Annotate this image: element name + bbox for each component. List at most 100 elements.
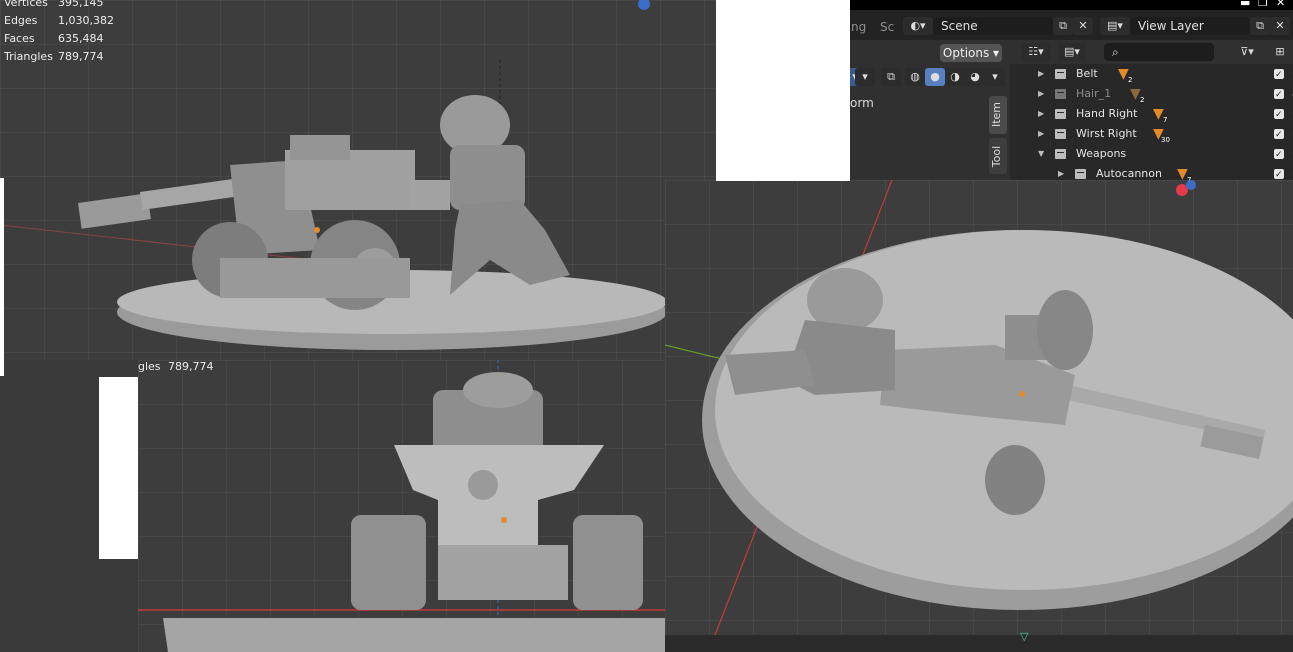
stat-label: Triangles <box>4 50 53 63</box>
window-controls: ▬ ❐ ✕ <box>1240 0 1293 10</box>
material-sphere-icon: ◑ <box>950 70 960 83</box>
chevron-down-icon[interactable]: ▾ <box>855 68 875 86</box>
tab-tool-label: Tool <box>990 145 1004 168</box>
wireframe-shading-button[interactable]: ◍ <box>905 68 925 86</box>
solid-shading-button[interactable]: ● <box>925 68 945 86</box>
shading-toolbar: ▾ ▾ ⧉ ◍ ● ◑ ◕ ▾ <box>845 68 1005 88</box>
tab-item-label: Item <box>990 101 1004 128</box>
perspective-view-render <box>665 180 1293 635</box>
outliner-item-name: Wirst Right <box>1076 127 1137 140</box>
stat-label: Faces <box>4 32 35 45</box>
scene-statistics-overlay: Vertices 395,145 Edges 1,030,382 Faces 635,… <box>4 0 114 66</box>
exclude-checkbox[interactable] <box>1274 125 1284 145</box>
display-mode-icon: ☷▾ <box>1028 45 1044 58</box>
new-view-layer-button[interactable]: ⧉ <box>1250 17 1270 35</box>
scene-icon: ◐▾ <box>910 19 926 32</box>
exclude-checkbox[interactable] <box>1274 165 1284 185</box>
view-layer-icon: ▤▾ <box>1107 19 1123 32</box>
redaction-block <box>0 178 4 376</box>
search-icon: ⌕ <box>1112 45 1119 59</box>
view-layer-name-field[interactable]: View Layer <box>1130 17 1250 35</box>
chevron-down-icon: ▾ <box>992 70 998 83</box>
outliner-item-name: Hair_1 <box>1076 87 1112 100</box>
duplicate-icon: ⧉ <box>1256 19 1264 32</box>
close-icon: ✕ <box>1078 19 1088 32</box>
xray-icon: ⧉ <box>887 70 895 83</box>
minimize-icon[interactable]: ▬ <box>1240 0 1250 9</box>
exclude-checkbox[interactable] <box>1274 145 1284 165</box>
scene-name-field[interactable]: Scene <box>933 17 1053 35</box>
status-strip <box>665 635 1293 652</box>
tab-tool[interactable]: Tool <box>989 138 1007 174</box>
solid-sphere-icon: ● <box>930 70 940 83</box>
outliner-item-name: Autocannon <box>1096 167 1162 180</box>
new-collection-button[interactable]: ⊞ <box>1270 43 1290 61</box>
outliner-item-name: Hand Right <box>1076 107 1138 120</box>
shading-options-dropdown[interactable]: ▾ <box>985 68 1005 86</box>
front-view-render <box>138 360 665 652</box>
exclude-checkbox[interactable] <box>1274 85 1284 105</box>
stat-label: Edges <box>4 14 38 27</box>
outliner-row[interactable]: ▶ Wirst Right ▼ 30 👁 <box>1010 124 1293 145</box>
expand-arrow-icon[interactable]: ▶ <box>1058 164 1064 184</box>
stat-value: 789,774 <box>58 50 104 63</box>
new-collection-icon: ⊞ <box>1275 45 1285 58</box>
outliner-row[interactable]: ▶ Autocannon ▼ 7 👁 <box>1010 164 1293 185</box>
collection-icon <box>1055 89 1066 99</box>
restore-icon[interactable]: ❐ <box>1258 0 1268 9</box>
options-dropdown[interactable]: Options ▾ <box>940 44 1002 62</box>
expand-arrow-icon[interactable]: ▶ <box>1038 64 1044 84</box>
view-layer-selector-button[interactable]: ▤▾ <box>1100 17 1130 35</box>
filter-dropdown[interactable]: ⊽▾ <box>1232 43 1262 61</box>
chevron-down-icon: ▾ <box>989 46 1000 60</box>
display-mode-dropdown[interactable]: ☷▾ <box>1022 43 1050 61</box>
material-shading-button[interactable]: ◑ <box>945 68 965 86</box>
delete-scene-button[interactable]: ✕ <box>1073 17 1093 35</box>
collapse-arrow-icon[interactable]: ▼ <box>1038 144 1044 164</box>
sidebar-panel-title: orm <box>850 96 874 110</box>
outliner-row[interactable]: ▶ Hair_1 ▼ 2 ◡ <box>1010 84 1293 105</box>
wireframe-sphere-icon: ◍ <box>910 70 920 83</box>
outliner-row[interactable]: ▶ Hand Right ▼ 7 👁 <box>1010 104 1293 125</box>
collection-icon <box>1075 169 1086 179</box>
outliner-row[interactable]: ▼ Weapons 👁 <box>1010 144 1293 165</box>
gizmo-y-dot[interactable] <box>1186 180 1196 190</box>
tab-item[interactable]: Item <box>989 96 1007 134</box>
collection-icon <box>1055 109 1066 119</box>
close-icon: ✕ <box>1275 19 1285 32</box>
workspace-tab[interactable]: Sc <box>880 20 894 34</box>
rendered-sphere-icon: ◕ <box>970 70 980 83</box>
redaction-block <box>716 0 850 181</box>
viewport-front[interactable]: gles 789,774 <box>138 360 665 652</box>
exclude-checkbox[interactable] <box>1274 65 1284 85</box>
scene-selector-button[interactable]: ◐▾ <box>903 17 933 35</box>
exclude-checkbox[interactable] <box>1274 105 1284 125</box>
outliner-search-input[interactable]: ⌕ <box>1104 43 1214 61</box>
xray-toggle-button[interactable]: ⧉ <box>881 68 901 86</box>
new-scene-button[interactable]: ⧉ <box>1053 17 1073 35</box>
title-strip <box>850 0 1293 10</box>
expand-arrow-icon[interactable]: ▶ <box>1038 84 1044 104</box>
filter-view-dropdown[interactable]: ▤▾ <box>1058 43 1086 61</box>
funnel-icon: ⊽▾ <box>1240 45 1254 58</box>
outliner-item-name: Belt <box>1076 67 1098 80</box>
empty-object-icon: ▽ <box>1020 630 1029 643</box>
front-stats-overlay: gles 789,774 <box>138 360 214 376</box>
outliner-row[interactable]: ▶ Belt ▼ 2 👁 <box>1010 64 1293 85</box>
rendered-shading-button[interactable]: ◕ <box>965 68 985 86</box>
collection-icon <box>1055 129 1066 139</box>
collection-icon <box>1055 69 1066 79</box>
viewport-perspective[interactable] <box>665 180 1293 635</box>
close-icon[interactable]: ✕ <box>1276 0 1285 9</box>
stat-value: 789,774 <box>168 360 214 373</box>
expand-arrow-icon[interactable]: ▶ <box>1038 104 1044 124</box>
outliner-panel: ☷▾ ▤▾ ⌕ ⊽▾ ⊞ ▶ Belt ▼ 2 👁 ▶ Hair_1 ▼ 2 ◡… <box>1010 40 1293 185</box>
expand-arrow-icon[interactable]: ▶ <box>1038 124 1044 144</box>
stat-label: gles <box>138 360 161 373</box>
workspace-tab[interactable]: ng <box>851 20 866 34</box>
collection-icon <box>1055 149 1066 159</box>
redaction-block <box>99 377 138 559</box>
stat-value: 395,145 <box>58 0 104 9</box>
delete-view-layer-button[interactable]: ✕ <box>1270 17 1290 35</box>
options-label: Options <box>942 46 990 60</box>
